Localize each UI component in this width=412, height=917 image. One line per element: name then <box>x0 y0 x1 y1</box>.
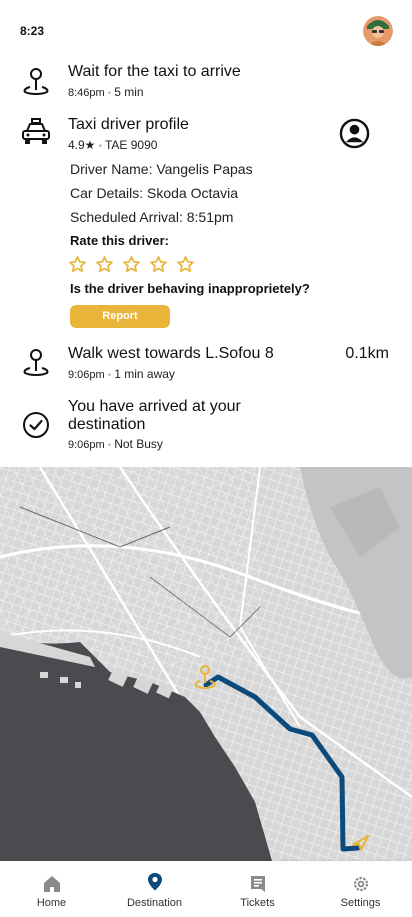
nav-settings[interactable]: Settings <box>309 861 412 917</box>
step-meta: 8:46pm • 5 min <box>68 85 144 101</box>
step-title: Taxi driver profile <box>68 116 189 133</box>
busy-status: Not Busy <box>114 437 163 451</box>
step-meta: 9:06pm • 1 min away <box>68 367 175 383</box>
ticket-icon <box>250 876 265 892</box>
step-meta: 9:06pm • Not Busy <box>68 437 163 453</box>
separator-dot: • <box>107 370 112 381</box>
step-duration: 5 min <box>114 85 144 99</box>
star-icon[interactable] <box>176 255 195 274</box>
walk-pin-icon <box>23 68 49 96</box>
step-time: 9:06pm <box>68 439 105 451</box>
license-plate: TAE 9090 <box>104 138 158 152</box>
home-icon <box>43 876 60 892</box>
location-pin-icon <box>147 873 162 891</box>
star-icon[interactable] <box>68 255 87 274</box>
star-icon[interactable] <box>122 255 141 274</box>
separator-dot: • <box>98 141 102 152</box>
nav-label: Tickets <box>240 897 275 909</box>
step-title-line2: destination <box>68 416 146 433</box>
walk-pin-icon <box>23 349 49 377</box>
nav-label: Settings <box>340 897 381 909</box>
car-details: Car Details: Skoda Octavia <box>70 185 239 201</box>
rate-driver-label: Rate this driver: <box>70 233 169 248</box>
rating-stars <box>68 255 195 275</box>
bottom-nav: Home Destination Tickets Settings <box>0 861 412 917</box>
taxi-icon <box>22 118 50 144</box>
nav-destination[interactable]: Destination <box>103 861 206 917</box>
driver-name: Driver Name: Vangelis Papas <box>70 161 253 177</box>
star-icon[interactable] <box>149 255 168 274</box>
driver-rating: 4.9★ <box>68 138 96 152</box>
step-title: Walk west towards L.Sofou 8 <box>68 345 274 362</box>
separator-dot: • <box>107 88 112 99</box>
star-icon[interactable] <box>95 255 114 274</box>
separator-dot: • <box>107 440 112 451</box>
route-map[interactable] <box>0 467 412 861</box>
gear-icon <box>353 876 368 892</box>
behavior-question: Is the driver behaving inappropriеtely? <box>70 281 310 296</box>
step-distance: 0.1km <box>345 345 389 362</box>
nav-label: Home <box>36 897 67 909</box>
step-title: Wait for the taxi to arrive <box>68 63 241 80</box>
scheduled-arrival: Scheduled Arrival: 8:51pm <box>70 209 234 225</box>
step-time: 9:06pm <box>68 369 105 381</box>
nav-home[interactable]: Home <box>0 861 103 917</box>
report-button[interactable]: Report <box>70 305 170 328</box>
step-title-line1: You have arrived at your <box>68 398 241 415</box>
step-time: 8:46pm <box>68 87 105 99</box>
status-time: 8:23 <box>20 24 45 38</box>
driver-rating-row: 4.9★ • TAE 9090 <box>68 138 157 154</box>
nav-label: Destination <box>126 897 183 909</box>
avatar[interactable] <box>363 16 393 46</box>
nav-tickets[interactable]: Tickets <box>206 861 309 917</box>
step-duration: 1 min away <box>114 367 175 381</box>
status-bar: 8:23 <box>0 0 412 60</box>
user-profile-icon[interactable] <box>339 118 370 149</box>
check-circle-icon <box>23 412 49 438</box>
